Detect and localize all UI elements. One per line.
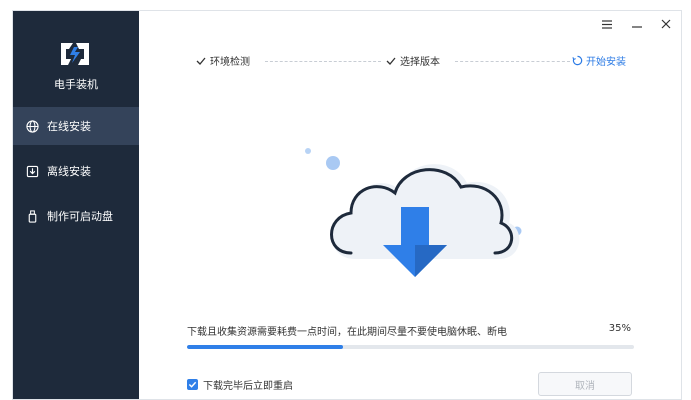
check-icon bbox=[385, 55, 397, 67]
sidebar-item-online-install[interactable]: 在线安装 bbox=[13, 107, 139, 145]
progress-message: 下载且收集资源需要耗费一点时间，在此期间尽量不要使电脑休眠、断电 bbox=[187, 327, 507, 338]
spinner-icon bbox=[571, 55, 583, 67]
minimize-icon bbox=[632, 26, 642, 28]
step-label: 环境检测 bbox=[210, 57, 250, 68]
step-connector bbox=[455, 61, 570, 62]
reboot-option[interactable]: 下载完毕后立即重启 bbox=[187, 377, 293, 392]
usb-drive-icon bbox=[25, 209, 39, 223]
sidebar: 电手装机 在线安装 离线安装 制作可启动盘 bbox=[13, 11, 139, 399]
cloud-download-illustration bbox=[305, 148, 522, 277]
reboot-label: 下载完毕后立即重启 bbox=[203, 381, 293, 392]
progress-fill bbox=[187, 345, 344, 349]
reboot-checkbox[interactable] bbox=[187, 379, 198, 390]
step-label: 开始安装 bbox=[586, 57, 626, 68]
cancel-button[interactable]: 取消 bbox=[538, 372, 632, 396]
app-title: 电手装机 bbox=[54, 78, 98, 91]
progress-bar bbox=[187, 345, 634, 349]
app-logo-icon bbox=[61, 43, 89, 65]
progress-percent: 35% bbox=[608, 323, 631, 334]
step-connector bbox=[265, 61, 381, 62]
sidebar-item-label: 离线安装 bbox=[47, 165, 91, 178]
step-environment-check: 环境检测 bbox=[195, 53, 250, 68]
step-start-install: 开始安装 bbox=[571, 53, 626, 68]
step-label: 选择版本 bbox=[400, 57, 440, 68]
sidebar-item-make-bootable-disk[interactable]: 制作可启动盘 bbox=[13, 197, 139, 235]
sidebar-item-label: 在线安装 bbox=[47, 120, 91, 133]
installer-window: 电手装机 在线安装 离线安装 制作可启动盘 环境检测 选择版本 开始安装 下载且… bbox=[12, 10, 682, 400]
download-box-icon bbox=[25, 164, 39, 178]
sidebar-item-offline-install[interactable]: 离线安装 bbox=[13, 152, 139, 190]
sidebar-item-label: 制作可启动盘 bbox=[47, 210, 113, 223]
close-button[interactable] bbox=[658, 16, 674, 32]
step-select-version: 选择版本 bbox=[385, 53, 440, 68]
menu-button[interactable] bbox=[599, 16, 615, 32]
close-icon bbox=[661, 19, 671, 29]
hamburger-icon bbox=[602, 19, 612, 29]
minimize-button[interactable] bbox=[629, 16, 645, 32]
checkmark-icon bbox=[188, 381, 197, 388]
globe-icon bbox=[25, 119, 39, 133]
check-icon bbox=[195, 55, 207, 67]
